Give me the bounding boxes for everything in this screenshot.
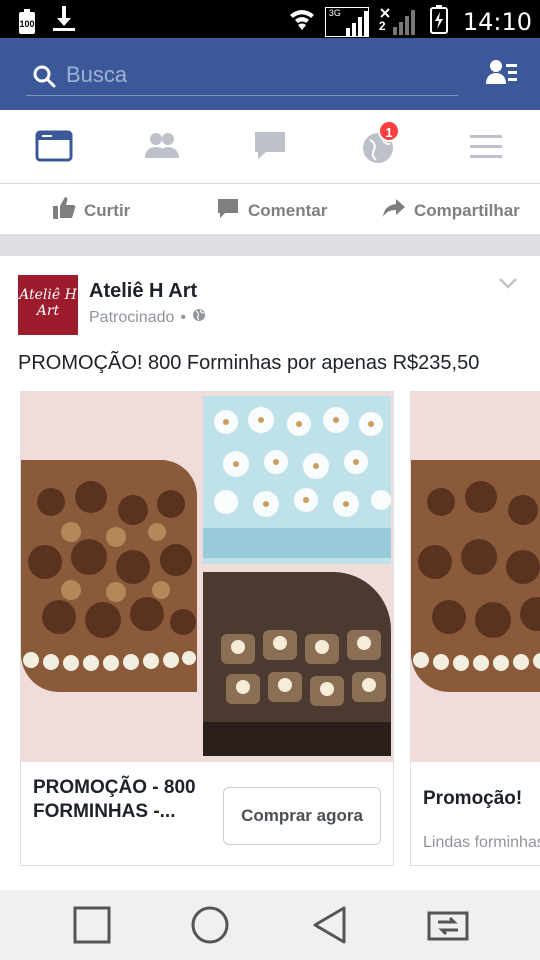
- carousel-card[interactable]: PROMOÇÃO - 800 FORMINHAS -... Comprar ag…: [20, 391, 394, 866]
- recent-apps-icon[interactable]: [72, 905, 112, 950]
- battery-charging-icon: [429, 4, 449, 39]
- buy-now-button[interactable]: Comprar agora: [223, 787, 381, 845]
- tab-news-feed[interactable]: [34, 126, 74, 166]
- chat-bubble-icon: [250, 132, 290, 170]
- news-feed-icon: [34, 130, 74, 170]
- notification-badge: 1: [378, 120, 400, 142]
- clock: 14:10: [462, 7, 532, 36]
- chevron-down-icon[interactable]: [498, 276, 518, 295]
- search-input[interactable]: Busca: [26, 54, 458, 96]
- card-title: PROMOÇÃO - 800 FORMINHAS -...: [33, 777, 196, 822]
- thumbs-up-icon: [52, 196, 76, 225]
- battery-saver-icon: 100: [18, 8, 36, 35]
- top-nav-bar: 1: [0, 110, 540, 184]
- search-placeholder: Busca: [66, 62, 128, 87]
- contacts-list-icon[interactable]: [486, 58, 518, 93]
- sponsored-separator: •: [180, 308, 186, 326]
- card-subtitle: Lindas forminhas: [423, 834, 540, 851]
- share-button[interactable]: Compartilhar: [382, 196, 520, 225]
- product-image: [21, 392, 393, 762]
- battery-level-label: 100: [19, 18, 35, 29]
- hamburger-menu-icon: [466, 135, 506, 170]
- comment-label: Comentar: [248, 200, 328, 220]
- system-navigation-bar: [0, 890, 540, 960]
- product-image: [411, 392, 540, 762]
- friends-icon: [142, 133, 182, 170]
- dual-window-icon[interactable]: [426, 905, 470, 950]
- previous-post-actions: Curtir Comentar Compartilhar: [0, 184, 540, 234]
- search-icon: [32, 64, 56, 93]
- feed-divider: [0, 234, 540, 256]
- tab-friend-requests[interactable]: [142, 126, 182, 166]
- card-title: Promoção!: [423, 788, 523, 809]
- wifi-icon: [287, 6, 317, 37]
- tab-menu[interactable]: [466, 126, 506, 166]
- tab-notifications[interactable]: 1: [358, 120, 400, 166]
- sponsored-line: Patrocinado •: [89, 308, 206, 327]
- page-name[interactable]: Ateliê H Art: [89, 280, 197, 303]
- like-button[interactable]: Curtir: [52, 196, 130, 225]
- sponsored-label: Patrocinado: [89, 308, 175, 326]
- comment-icon: [216, 196, 240, 225]
- carousel-card[interactable]: Promoção! Lindas forminhas: [410, 391, 540, 866]
- comment-button[interactable]: Comentar: [216, 196, 327, 225]
- share-arrow-icon: [382, 196, 406, 225]
- back-icon[interactable]: [310, 905, 350, 950]
- download-icon: [52, 6, 76, 37]
- signal-3g-icon: 3G: [324, 6, 369, 37]
- like-label: Curtir: [84, 200, 131, 220]
- tab-messages[interactable]: [250, 126, 290, 166]
- share-label: Compartilhar: [414, 200, 520, 220]
- signal-sim2-icon: 2: [377, 7, 421, 37]
- post-text: PROMOÇÃO! 800 Forminhas por apenas R$235…: [18, 352, 480, 374]
- sponsored-post: Ateliê H Art Ateliê H Art Patrocinado • …: [0, 256, 540, 890]
- globe-icon: [358, 133, 398, 170]
- status-bar: 100 3G 2 14:10: [0, 0, 540, 38]
- search-header: Busca: [0, 38, 540, 110]
- public-globe-icon: [192, 308, 206, 327]
- avatar-logo-text: Ateliê H Art: [19, 287, 77, 319]
- home-icon[interactable]: [190, 905, 230, 950]
- page-avatar[interactable]: Ateliê H Art: [18, 275, 78, 335]
